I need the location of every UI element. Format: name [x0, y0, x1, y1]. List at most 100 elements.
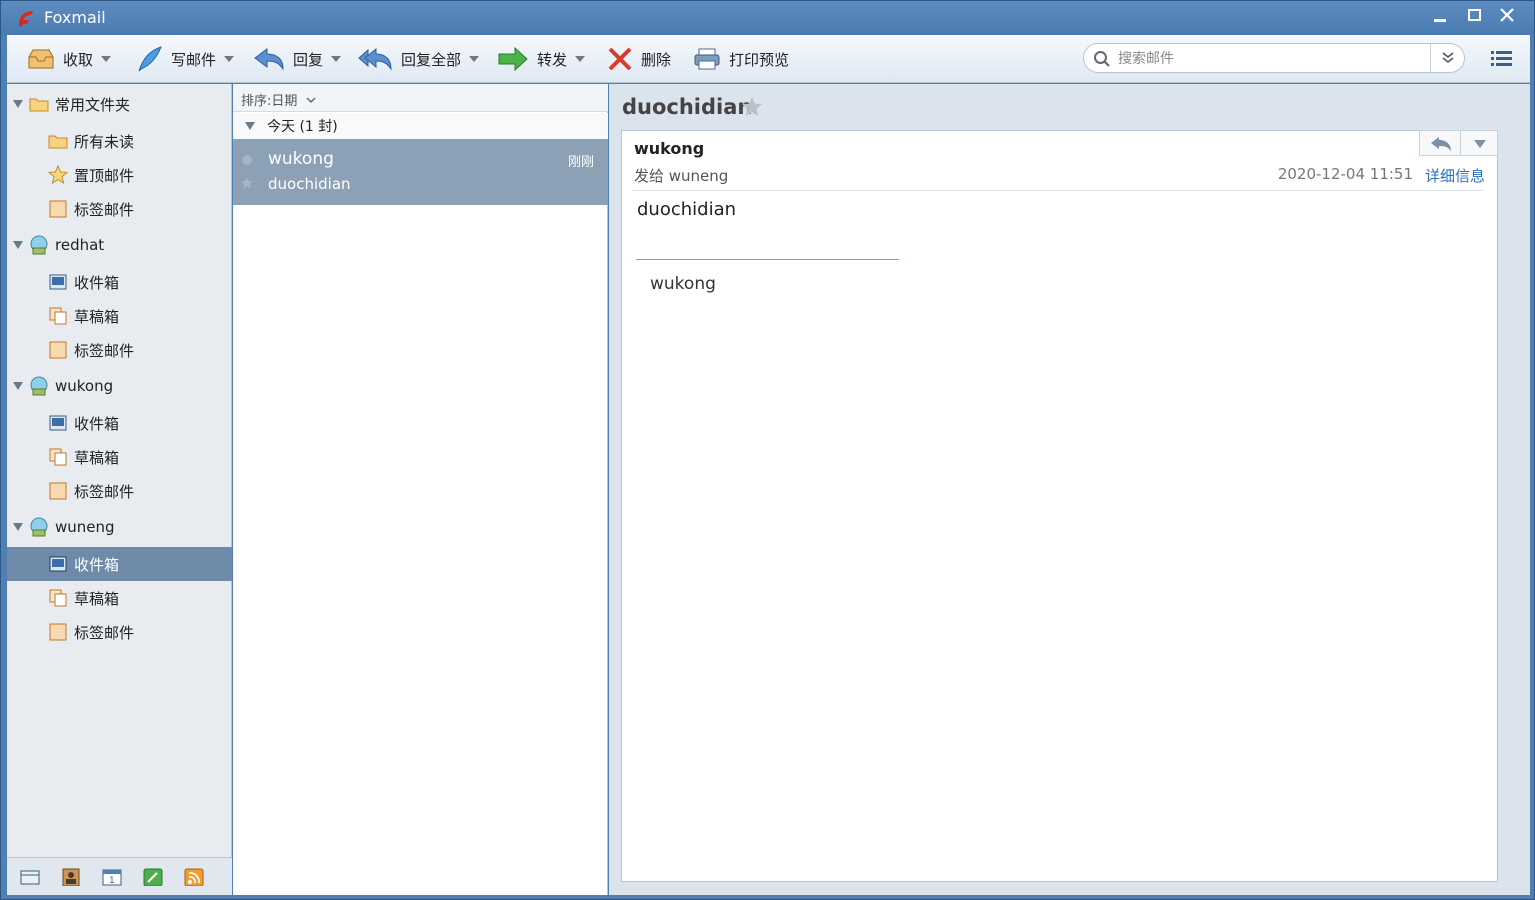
delete-x-icon	[608, 47, 632, 71]
account-label: wukong	[55, 377, 114, 395]
drafts-icon	[49, 307, 67, 325]
chevron-down-icon[interactable]	[224, 56, 235, 62]
search-input[interactable]	[1118, 48, 1418, 70]
sidebar-item-tagged[interactable]: 标签邮件	[7, 474, 232, 508]
module-switcher: 1	[7, 857, 232, 895]
star-icon[interactable]	[741, 96, 763, 118]
account-wukong[interactable]: wukong	[7, 369, 232, 403]
compose-button[interactable]: 写邮件	[135, 43, 235, 75]
print-preview-label: 打印预览	[729, 50, 790, 69]
sidebar-item-all-unread[interactable]: 所有未读	[7, 124, 232, 158]
close-button[interactable]	[1494, 7, 1520, 29]
quick-reply-button[interactable]	[1419, 130, 1461, 156]
mail-time: 刚刚	[567, 155, 594, 170]
tag-folder-icon	[49, 200, 67, 218]
double-chevron-down-icon	[1442, 52, 1454, 64]
app-window: Foxmail 收取 写邮件 回复 回复全部 转发 删除 打印预览 搜索邮件 常…	[0, 0, 1535, 900]
search-options-button[interactable]	[1430, 44, 1464, 72]
minimize-button[interactable]	[1427, 7, 1453, 29]
window-title: Foxmail	[44, 8, 106, 27]
sidebar-item-label: 草稿箱	[74, 589, 120, 608]
signature-divider	[636, 259, 899, 260]
folder-sidebar: 常用文件夹 所有未读 置顶邮件 标签邮件 redhat 收件箱 草稿箱 标签邮件…	[7, 84, 232, 895]
account-wuneng[interactable]: wuneng	[7, 510, 232, 544]
maximize-button[interactable]	[1461, 7, 1487, 29]
sidebar-item-inbox[interactable]: 收件箱	[7, 406, 232, 440]
read-status-icon[interactable]	[242, 155, 252, 165]
svg-text:1: 1	[109, 876, 115, 886]
mail-list-item[interactable]: wukong 刚刚 duochidian	[233, 139, 608, 205]
delete-label: 删除	[641, 50, 672, 69]
mail-list-pane: 排序:日期 今天 (1 封) wukong 刚刚 duochidian	[233, 84, 608, 895]
sidebar-item-tagged[interactable]: 标签邮件	[7, 192, 232, 226]
collapse-triangle-icon[interactable]	[245, 122, 255, 130]
account-label: redhat	[55, 236, 105, 254]
sort-selector[interactable]: 排序:日期	[233, 84, 608, 112]
drafts-icon	[49, 448, 67, 466]
collapse-triangle-icon[interactable]	[13, 523, 23, 531]
group-label: 今天 (1 封)	[267, 119, 338, 135]
calendar-module-icon[interactable]: 1	[102, 868, 122, 886]
receive-button[interactable]: 收取	[27, 43, 112, 75]
mail-date: 2020-12-04 11:51	[1277, 165, 1413, 183]
mail-from[interactable]: wukong	[634, 139, 704, 158]
mail-subject-title: duochidian	[622, 95, 753, 119]
print-preview-button[interactable]: 打印预览	[693, 43, 789, 75]
sidebar-item-inbox[interactable]: 收件箱	[7, 265, 232, 299]
reply-all-button[interactable]: 回复全部	[357, 43, 480, 75]
date-group-header[interactable]: 今天 (1 封)	[233, 113, 608, 139]
printer-icon	[694, 48, 720, 70]
sidebar-item-label: 置顶邮件	[74, 166, 135, 185]
sort-label: 排序:日期	[241, 94, 298, 109]
sidebar-item-drafts[interactable]: 草稿箱	[7, 581, 232, 615]
reply-label: 回复	[293, 50, 324, 69]
star-icon[interactable]	[240, 176, 254, 190]
minimize-icon	[1434, 19, 1446, 22]
favorites-group[interactable]: 常用文件夹	[7, 87, 232, 121]
reply-all-label: 回复全部	[401, 50, 462, 69]
more-actions-button[interactable]	[1460, 130, 1498, 156]
collapse-triangle-icon[interactable]	[13, 382, 23, 390]
sidebar-item-tagged[interactable]: 标签邮件	[7, 615, 232, 649]
inbox-icon	[49, 415, 67, 431]
reply-arrow-icon	[1431, 137, 1451, 151]
sidebar-item-label: 标签邮件	[74, 482, 135, 501]
reply-arrow-icon	[254, 48, 284, 71]
sidebar-item-label: 收件箱	[74, 414, 120, 433]
sidebar-item-label: 收件箱	[74, 273, 120, 292]
chevron-down-icon[interactable]	[331, 56, 342, 62]
contacts-module-icon[interactable]	[61, 868, 81, 886]
sidebar-item-label: 所有未读	[74, 132, 135, 151]
collapse-triangle-icon[interactable]	[13, 241, 23, 249]
caret-down-icon	[1474, 140, 1486, 148]
account-globe-icon	[30, 517, 48, 537]
inbox-icon	[49, 556, 67, 572]
sidebar-item-tagged[interactable]: 标签邮件	[7, 333, 232, 367]
sidebar-item-drafts[interactable]: 草稿箱	[7, 299, 232, 333]
menu-list-icon[interactable]	[1491, 49, 1513, 69]
search-box[interactable]	[1083, 43, 1465, 73]
sidebar-item-drafts[interactable]: 草稿箱	[7, 440, 232, 474]
forward-button[interactable]: 转发	[497, 43, 586, 75]
maximize-icon	[1468, 9, 1481, 21]
sidebar-item-pinned[interactable]: 置顶邮件	[7, 158, 232, 192]
header-divider	[632, 190, 1484, 191]
mail-signature: wukong	[650, 274, 716, 294]
mail-module-icon[interactable]	[20, 868, 40, 886]
foxmail-logo-icon	[19, 11, 33, 27]
account-redhat[interactable]: redhat	[7, 228, 232, 262]
reply-button[interactable]: 回复	[253, 43, 342, 75]
chevron-down-icon[interactable]	[575, 56, 586, 62]
close-icon	[1500, 8, 1514, 22]
account-globe-icon	[30, 376, 48, 396]
sidebar-item-inbox-selected[interactable]: 收件箱	[7, 547, 232, 581]
chevron-down-icon[interactable]	[469, 56, 480, 62]
chevron-down-icon[interactable]	[101, 56, 112, 62]
details-link[interactable]: 详细信息	[1425, 165, 1485, 186]
title-bar[interactable]: Foxmail	[1, 1, 1534, 35]
notes-module-icon[interactable]	[143, 868, 163, 886]
chevron-down-icon	[306, 97, 316, 104]
delete-button[interactable]: 删除	[607, 43, 671, 75]
rss-module-icon[interactable]	[184, 868, 204, 886]
collapse-triangle-icon[interactable]	[13, 100, 23, 108]
